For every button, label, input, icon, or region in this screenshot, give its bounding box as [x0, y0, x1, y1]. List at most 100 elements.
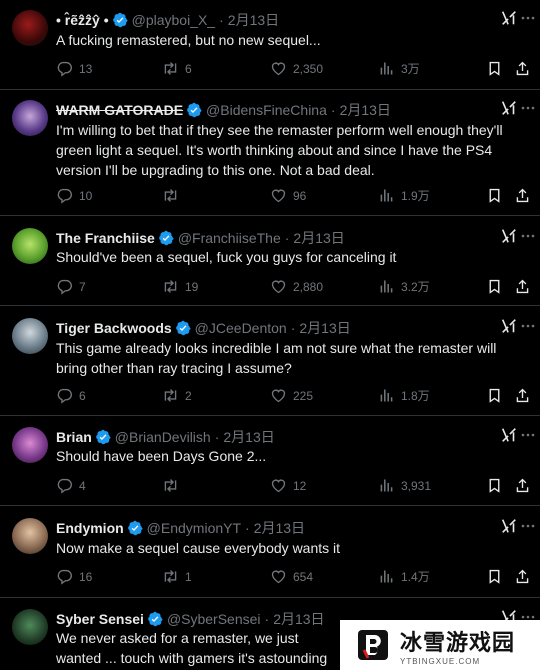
timestamp[interactable]: 2月13日 [293, 228, 344, 248]
retweet-icon [162, 187, 179, 204]
more-icon[interactable] [520, 427, 536, 443]
handle[interactable]: @EndymionYT [147, 520, 241, 536]
views-button[interactable]: 3,931 [378, 477, 431, 494]
more-icon[interactable] [520, 10, 536, 26]
bookmark-icon [486, 568, 503, 585]
retweet-button[interactable] [162, 187, 185, 204]
bookmark-button[interactable] [486, 187, 509, 204]
more-icon[interactable] [520, 518, 536, 534]
handle[interactable]: @BidensFineChina [206, 102, 327, 118]
like-button[interactable]: 2,350 [270, 60, 323, 77]
display-name[interactable]: WARM GATORADE [56, 102, 183, 118]
avatar[interactable] [12, 318, 48, 354]
reply-button[interactable]: 10 [56, 187, 92, 204]
retweet-button[interactable]: 19 [162, 278, 198, 295]
views-button[interactable]: 1.9万 [378, 187, 430, 204]
share-button[interactable] [514, 60, 537, 77]
handle[interactable]: @playboi_X_ [132, 12, 216, 28]
bookmark-button[interactable] [486, 387, 509, 404]
avatar[interactable] [12, 100, 48, 136]
share-icon [514, 278, 531, 295]
share-icon [514, 477, 531, 494]
like-button[interactable]: 96 [270, 187, 306, 204]
timestamp[interactable]: 2月13日 [299, 318, 350, 338]
reply-button[interactable]: 16 [56, 568, 92, 585]
timestamp[interactable]: 2月13日 [273, 609, 324, 629]
heart-icon [270, 477, 287, 494]
retweet-button[interactable] [162, 477, 185, 494]
like-button[interactable]: 2,880 [270, 278, 323, 295]
tweet[interactable]: Brian @BrianDevilish · 2月13日 Should have… [0, 416, 540, 506]
bookmark-icon [486, 60, 503, 77]
views-button[interactable]: 1.8万 [378, 387, 430, 404]
heart-icon [270, 187, 287, 204]
grok-icon[interactable] [500, 99, 518, 117]
tweet[interactable]: WARM GATORADE @BidensFineChina · 2月13日 I… [0, 90, 540, 216]
bookmark-button[interactable] [486, 278, 509, 295]
tweet[interactable]: Endymion @EndymionYT · 2月13日 Now make a … [0, 506, 540, 598]
share-button[interactable] [514, 278, 537, 295]
tweet[interactable]: The Franchiise @FranchiiseThe · 2月13日 Sh… [0, 216, 540, 306]
share-button[interactable] [514, 387, 537, 404]
timestamp[interactable]: 2月13日 [223, 427, 274, 447]
tweet-text: Should've been a sequel, fuck you guys f… [56, 249, 397, 265]
watermark: 冰雪游戏园 YTBINGXUE.COM [340, 620, 540, 670]
views-count: 1.9万 [401, 189, 430, 203]
avatar[interactable] [12, 10, 48, 46]
handle[interactable]: @BrianDevilish [115, 429, 211, 445]
timestamp[interactable]: 2月13日 [228, 10, 279, 30]
share-icon [514, 568, 531, 585]
grok-icon[interactable] [500, 517, 518, 535]
handle[interactable]: @FranchiiseThe [178, 230, 281, 246]
avatar[interactable] [12, 427, 48, 463]
verified-badge-icon [158, 230, 174, 246]
bookmark-button[interactable] [486, 568, 509, 585]
display-name[interactable]: Syber Sensei [56, 611, 144, 627]
views-button[interactable]: 3.2万 [378, 278, 430, 295]
reply-button[interactable]: 7 [56, 278, 86, 295]
tweet[interactable]: Tiger Backwoods @JCeeDenton · 2月13日 This… [0, 306, 540, 416]
timestamp[interactable]: 2月13日 [340, 100, 391, 120]
avatar[interactable] [12, 228, 48, 264]
reply-button[interactable]: 13 [56, 60, 92, 77]
views-button[interactable]: 3万 [378, 60, 420, 77]
tweet[interactable]: • r̂ẽẑẑŷ • @playboi_X_ · 2月13日 A fucking… [0, 0, 540, 90]
grok-icon[interactable] [500, 426, 518, 444]
verified-badge-icon [186, 102, 202, 118]
more-icon[interactable] [520, 228, 536, 244]
more-icon[interactable] [520, 100, 536, 116]
handle[interactable]: @SyberSensei [167, 611, 261, 627]
handle[interactable]: @JCeeDenton [195, 320, 287, 336]
like-button[interactable]: 654 [270, 568, 313, 585]
avatar[interactable] [12, 609, 48, 645]
like-button[interactable]: 12 [270, 477, 306, 494]
bookmark-button[interactable] [486, 477, 509, 494]
retweet-button[interactable]: 1 [162, 568, 192, 585]
views-icon [378, 568, 395, 585]
reply-icon [56, 278, 73, 295]
retweet-button[interactable]: 2 [162, 387, 192, 404]
more-icon[interactable] [520, 318, 536, 334]
views-button[interactable]: 1.4万 [378, 568, 430, 585]
views-icon [378, 477, 395, 494]
display-name[interactable]: Brian [56, 429, 92, 445]
retweet-button[interactable]: 6 [162, 60, 192, 77]
share-button[interactable] [514, 187, 537, 204]
display-name[interactable]: Endymion [56, 520, 124, 536]
grok-icon[interactable] [500, 317, 518, 335]
bookmark-button[interactable] [486, 60, 509, 77]
reply-button[interactable]: 4 [56, 477, 86, 494]
share-button[interactable] [514, 477, 537, 494]
like-button[interactable]: 225 [270, 387, 313, 404]
verified-badge-icon [95, 429, 111, 445]
display-name[interactable]: • r̂ẽẑẑŷ • [56, 12, 109, 28]
reply-icon [56, 568, 73, 585]
timestamp[interactable]: 2月13日 [254, 518, 305, 538]
share-button[interactable] [514, 568, 537, 585]
display-name[interactable]: Tiger Backwoods [56, 320, 172, 336]
grok-icon[interactable] [500, 227, 518, 245]
reply-button[interactable]: 6 [56, 387, 86, 404]
display-name[interactable]: The Franchiise [56, 230, 155, 246]
grok-icon[interactable] [500, 9, 518, 27]
avatar[interactable] [12, 518, 48, 554]
